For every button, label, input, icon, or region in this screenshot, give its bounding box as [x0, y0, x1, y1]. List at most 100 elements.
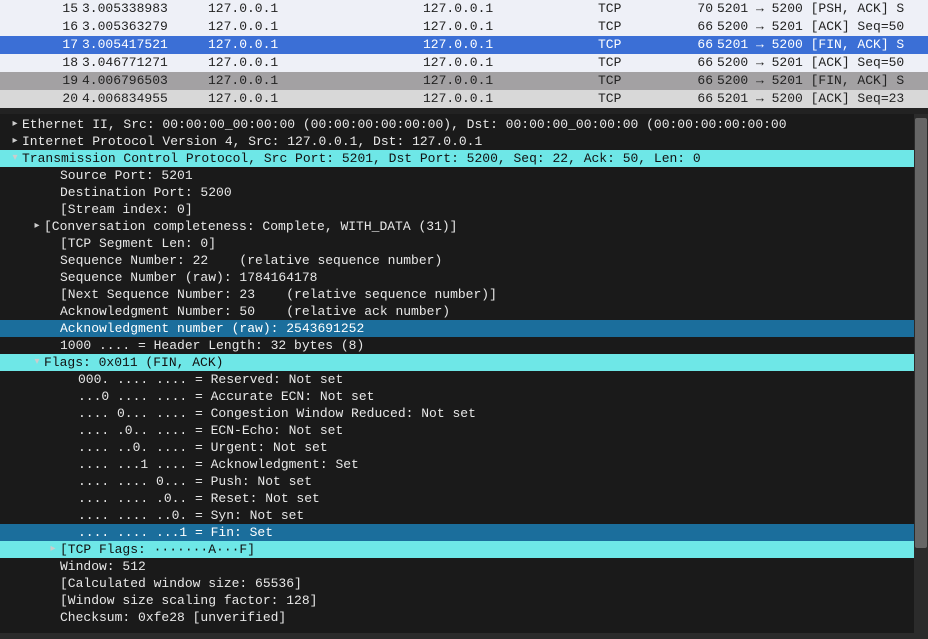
packet-no: 16	[24, 18, 78, 36]
packet-source: 127.0.0.1	[208, 0, 423, 18]
detail-line[interactable]: Destination Port: 5200	[0, 184, 928, 201]
packet-list[interactable]: 153.005338983127.0.0.1127.0.0.1TCP705201…	[0, 0, 928, 108]
detail-line[interactable]: Sequence Number (raw): 1784164178	[0, 269, 928, 286]
packet-row[interactable]: 183.046771271127.0.0.1127.0.0.1TCP665200…	[0, 54, 928, 72]
detail-line[interactable]: [TCP Segment Len: 0]	[0, 235, 928, 252]
collapse-arrow-icon[interactable]: ▾	[30, 354, 44, 371]
detail-text: Checksum: 0xfe28 [unverified]	[60, 609, 928, 626]
detail-text: 000. .... .... = Reserved: Not set	[78, 371, 928, 388]
expand-arrow-icon[interactable]: ▸	[8, 133, 22, 150]
detail-text: Window: 512	[60, 558, 928, 575]
packet-no: 15	[24, 0, 78, 18]
collapse-arrow-icon[interactable]: ▾	[8, 150, 22, 167]
detail-line[interactable]: ▸[Conversation completeness: Complete, W…	[0, 218, 928, 235]
detail-line[interactable]: ▾Flags: 0x011 (FIN, ACK)	[0, 354, 928, 371]
detail-text: [Window size scaling factor: 128]	[60, 592, 928, 609]
detail-line[interactable]: .... .... ...1 = Fin: Set	[0, 524, 928, 541]
packet-info: 5200 → 5201 [FIN, ACK] S	[713, 72, 928, 90]
expand-arrow-icon[interactable]: ▸	[8, 116, 22, 133]
expand-arrow-icon[interactable]: ▸	[46, 541, 60, 558]
detail-line[interactable]: ▸Internet Protocol Version 4, Src: 127.0…	[0, 133, 928, 150]
detail-line[interactable]: Source Port: 5201	[0, 167, 928, 184]
packet-row[interactable]: 163.005363279127.0.0.1127.0.0.1TCP665200…	[0, 18, 928, 36]
detail-text: .... .... 0... = Push: Not set	[78, 473, 928, 490]
packet-length: 66	[678, 72, 713, 90]
detail-line[interactable]: .... .... 0... = Push: Not set	[0, 473, 928, 490]
detail-line[interactable]: 000. .... .... = Reserved: Not set	[0, 371, 928, 388]
packet-row[interactable]: 204.006834955127.0.0.1127.0.0.1TCP665201…	[0, 90, 928, 108]
packet-info: 5201 → 5200 [FIN, ACK] S	[713, 36, 928, 54]
packet-protocol: TCP	[598, 54, 678, 72]
detail-text: .... 0... .... = Congestion Window Reduc…	[78, 405, 928, 422]
detail-line[interactable]: .... ..0. .... = Urgent: Not set	[0, 439, 928, 456]
detail-line[interactable]: ▸[TCP Flags: ·······A···F]	[0, 541, 928, 558]
packet-row[interactable]: 173.005417521127.0.0.1127.0.0.1TCP665201…	[0, 36, 928, 54]
detail-text: Flags: 0x011 (FIN, ACK)	[44, 354, 928, 371]
detail-text: [Calculated window size: 65536]	[60, 575, 928, 592]
packet-protocol: TCP	[598, 72, 678, 90]
bottom-scrollbar[interactable]	[0, 633, 928, 639]
packet-row[interactable]: 194.006796503127.0.0.1127.0.0.1TCP665200…	[0, 72, 928, 90]
detail-line[interactable]: [Stream index: 0]	[0, 201, 928, 218]
detail-line[interactable]: .... 0... .... = Congestion Window Reduc…	[0, 405, 928, 422]
detail-line[interactable]: .... .0.. .... = ECN-Echo: Not set	[0, 422, 928, 439]
packet-info: 5201 → 5200 [PSH, ACK] S	[713, 0, 928, 18]
packet-source: 127.0.0.1	[208, 18, 423, 36]
packet-time: 4.006796503	[78, 72, 208, 90]
detail-line[interactable]: [Calculated window size: 65536]	[0, 575, 928, 592]
packet-length: 66	[678, 18, 713, 36]
packet-source: 127.0.0.1	[208, 36, 423, 54]
packet-length: 70	[678, 0, 713, 18]
packet-time: 3.046771271	[78, 54, 208, 72]
detail-text: Sequence Number: 22 (relative sequence n…	[60, 252, 928, 269]
detail-line[interactable]: Sequence Number: 22 (relative sequence n…	[0, 252, 928, 269]
packet-dest: 127.0.0.1	[423, 0, 598, 18]
detail-text: .... .... ...1 = Fin: Set	[78, 524, 928, 541]
details-scrollbar[interactable]	[914, 114, 928, 633]
packet-protocol: TCP	[598, 90, 678, 108]
detail-line[interactable]: [Window size scaling factor: 128]	[0, 592, 928, 609]
detail-line[interactable]: .... .... ..0. = Syn: Not set	[0, 507, 928, 524]
detail-line[interactable]: ▾Transmission Control Protocol, Src Port…	[0, 150, 928, 167]
detail-text: Internet Protocol Version 4, Src: 127.0.…	[22, 133, 928, 150]
detail-text: Acknowledgment Number: 50 (relative ack …	[60, 303, 928, 320]
detail-text: 1000 .... = Header Length: 32 bytes (8)	[60, 337, 928, 354]
detail-text: Acknowledgment number (raw): 2543691252	[60, 320, 928, 337]
packet-length: 66	[678, 54, 713, 72]
packet-info: 5200 → 5201 [ACK] Seq=50	[713, 18, 928, 36]
detail-text: [TCP Segment Len: 0]	[60, 235, 928, 252]
packet-no: 20	[24, 90, 78, 108]
detail-text: Ethernet II, Src: 00:00:00_00:00:00 (00:…	[22, 116, 928, 133]
detail-line[interactable]: ...0 .... .... = Accurate ECN: Not set	[0, 388, 928, 405]
packet-details-pane[interactable]: ▸Ethernet II, Src: 00:00:00_00:00:00 (00…	[0, 114, 928, 633]
packet-source: 127.0.0.1	[208, 54, 423, 72]
packet-no: 18	[24, 54, 78, 72]
detail-line[interactable]: .... .... .0.. = Reset: Not set	[0, 490, 928, 507]
detail-line[interactable]: [Next Sequence Number: 23 (relative sequ…	[0, 286, 928, 303]
detail-text: [Conversation completeness: Complete, WI…	[44, 218, 928, 235]
detail-line[interactable]: 1000 .... = Header Length: 32 bytes (8)	[0, 337, 928, 354]
packet-dest: 127.0.0.1	[423, 72, 598, 90]
detail-line[interactable]: Acknowledgment Number: 50 (relative ack …	[0, 303, 928, 320]
detail-line[interactable]: Checksum: 0xfe28 [unverified]	[0, 609, 928, 626]
detail-line[interactable]: ▸Ethernet II, Src: 00:00:00_00:00:00 (00…	[0, 116, 928, 133]
detail-text: Destination Port: 5200	[60, 184, 928, 201]
scroll-thumb[interactable]	[915, 118, 927, 548]
packet-time: 3.005363279	[78, 18, 208, 36]
detail-text: [TCP Flags: ·······A···F]	[60, 541, 928, 558]
packet-protocol: TCP	[598, 18, 678, 36]
packet-dest: 127.0.0.1	[423, 90, 598, 108]
packet-row[interactable]: 153.005338983127.0.0.1127.0.0.1TCP705201…	[0, 0, 928, 18]
detail-line[interactable]: Acknowledgment number (raw): 2543691252	[0, 320, 928, 337]
packet-no: 19	[24, 72, 78, 90]
detail-text: [Next Sequence Number: 23 (relative sequ…	[60, 286, 928, 303]
detail-text: .... .0.. .... = ECN-Echo: Not set	[78, 422, 928, 439]
packet-length: 66	[678, 90, 713, 108]
packet-dest: 127.0.0.1	[423, 36, 598, 54]
packet-source: 127.0.0.1	[208, 90, 423, 108]
packet-source: 127.0.0.1	[208, 72, 423, 90]
detail-text: .... ...1 .... = Acknowledgment: Set	[78, 456, 928, 473]
expand-arrow-icon[interactable]: ▸	[30, 218, 44, 235]
detail-line[interactable]: .... ...1 .... = Acknowledgment: Set	[0, 456, 928, 473]
detail-line[interactable]: Window: 512	[0, 558, 928, 575]
